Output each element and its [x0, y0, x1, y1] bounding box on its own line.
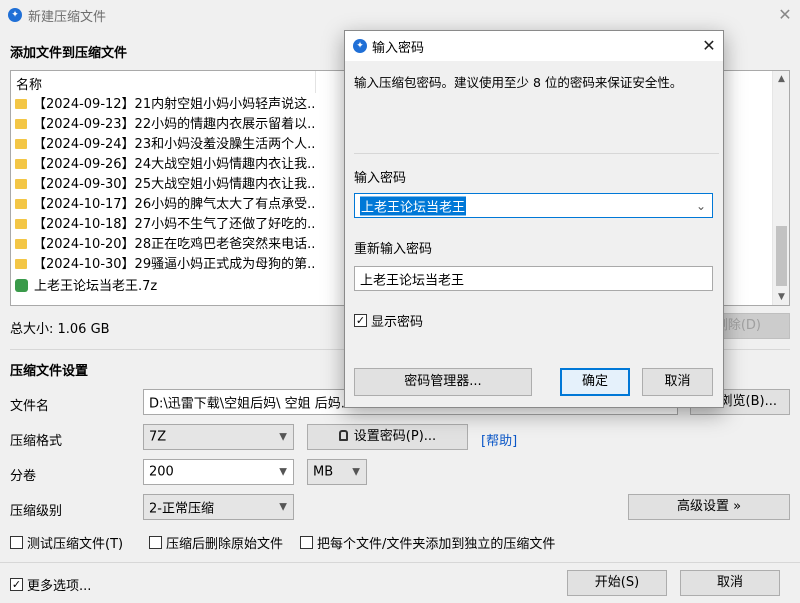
column-header-name[interactable]: 名称 [11, 71, 316, 93]
title-bar: ✦ 新建压缩文件 ✕ [0, 0, 800, 30]
list-item[interactable]: 【2024-09-23】22小妈的情趣内衣展示留着以... [15, 113, 315, 133]
folder-icon [15, 238, 27, 249]
folder-icon [15, 178, 27, 189]
start-button[interactable]: 开始(S) [567, 570, 667, 596]
lock-icon [338, 430, 348, 441]
list-item[interactable]: 【2024-10-18】27小妈不生气了还做了好吃的... [15, 213, 315, 233]
dialog-close-button[interactable]: ✕ [694, 34, 724, 58]
delete-after-checkbox[interactable]: 压缩后删除原始文件 [149, 533, 283, 552]
scroll-up-icon[interactable]: ▲ [773, 74, 789, 84]
volume-size-select[interactable]: 200 ▼ [143, 459, 294, 485]
cancel-button[interactable]: 取消 [680, 570, 780, 596]
format-select[interactable]: 7Z ▼ [143, 424, 294, 450]
chevron-down-icon: ⌄ [695, 198, 706, 213]
add-files-heading: 添加文件到压缩文件 [10, 46, 128, 61]
separate-archives-checkbox[interactable]: 把每个文件/文件夹添加到独立的压缩文件 [300, 533, 555, 552]
list-item[interactable]: 【2024-09-26】24大战空姐小妈情趣内衣让我... [15, 153, 315, 173]
volume-unit-select[interactable]: MB ▼ [307, 459, 367, 485]
app-logo-icon: ✦ [353, 39, 367, 53]
bottom-divider [0, 562, 800, 563]
chevron-down-icon: ▼ [279, 431, 287, 443]
list-item[interactable]: 【2024-09-24】23和小妈没羞没臊生活两个人... [15, 133, 315, 153]
folder-icon [15, 98, 27, 109]
password-label: 输入密码 [354, 171, 407, 186]
list-item[interactable]: 【2024-10-20】28正在吃鸡巴老爸突然来电话... [15, 233, 315, 253]
advanced-settings-button[interactable]: 高级设置 » [628, 494, 790, 520]
list-item[interactable]: 上老王论坛当老王.7z [15, 275, 315, 295]
chevron-down-icon: ▼ [279, 466, 287, 478]
more-options-checkbox[interactable]: ✓ 更多选项... [10, 575, 91, 594]
show-password-checkbox[interactable]: ✓ 显示密码 [354, 311, 423, 330]
reenter-password-input[interactable]: 上老王论坛当老王 [354, 266, 713, 291]
total-size: 总大小: 1.06 GB [10, 322, 110, 337]
app-logo-icon: ✦ [8, 8, 22, 22]
password-dialog: ✦ 输入密码 ✕ 输入压缩包密码。建议使用至少 8 位的密码来保证安全性。 输入… [344, 30, 724, 408]
settings-heading: 压缩文件设置 [10, 364, 89, 379]
folder-icon [15, 198, 27, 209]
level-label: 压缩级别 [10, 504, 63, 519]
scroll-down-icon[interactable]: ▼ [773, 292, 789, 302]
set-password-button[interactable]: 设置密码(P)... [307, 424, 468, 450]
password-manager-button[interactable]: 密码管理器... [354, 368, 532, 396]
password-input[interactable]: 上老王论坛当老王 ⌄ [354, 193, 713, 218]
folder-icon [15, 258, 27, 269]
volume-label: 分卷 [10, 469, 37, 484]
folder-icon [15, 138, 27, 149]
reenter-password-label: 重新输入密码 [354, 242, 433, 257]
filename-label: 文件名 [10, 399, 50, 414]
chevron-down-icon: ▼ [279, 501, 287, 513]
window-close-button[interactable]: ✕ [770, 3, 800, 27]
list-item[interactable]: 【2024-10-17】26小妈的脾气太大了有点承受... [15, 193, 315, 213]
folder-icon [15, 158, 27, 169]
folder-icon [15, 118, 27, 129]
dialog-divider [354, 153, 719, 154]
format-label: 压缩格式 [10, 434, 63, 449]
dialog-title: 输入密码 [372, 41, 425, 56]
chevron-down-icon: ▼ [352, 466, 360, 478]
folder-icon [15, 218, 27, 229]
list-item[interactable]: 【2024-10-30】29骚逼小妈正式成为母狗的第... [15, 253, 315, 273]
check-icon: ✓ [354, 314, 367, 327]
scrollbar-thumb[interactable] [776, 226, 787, 286]
compression-level-select[interactable]: 2-正常压缩 ▼ [143, 494, 294, 520]
window-title: 新建压缩文件 [28, 10, 107, 25]
dialog-title-bar: ✦ 输入密码 ✕ [345, 31, 723, 61]
list-item[interactable]: 【2024-09-30】25大战空姐小妈情趣内衣让我... [15, 173, 315, 193]
archive-icon [15, 279, 28, 292]
dialog-instruction: 输入压缩包密码。建议使用至少 8 位的密码来保证安全性。 [354, 75, 683, 90]
ok-button[interactable]: 确定 [560, 368, 630, 396]
test-archive-checkbox[interactable]: 测试压缩文件(T) [10, 533, 123, 552]
list-item[interactable]: 【2024-09-12】21内射空姐小妈小妈轻声说这... [15, 93, 315, 113]
dialog-cancel-button[interactable]: 取消 [642, 368, 713, 396]
help-link[interactable]: [帮助] [481, 430, 517, 449]
check-icon: ✓ [10, 578, 23, 591]
list-scrollbar[interactable]: ▲ ▼ [772, 71, 789, 305]
